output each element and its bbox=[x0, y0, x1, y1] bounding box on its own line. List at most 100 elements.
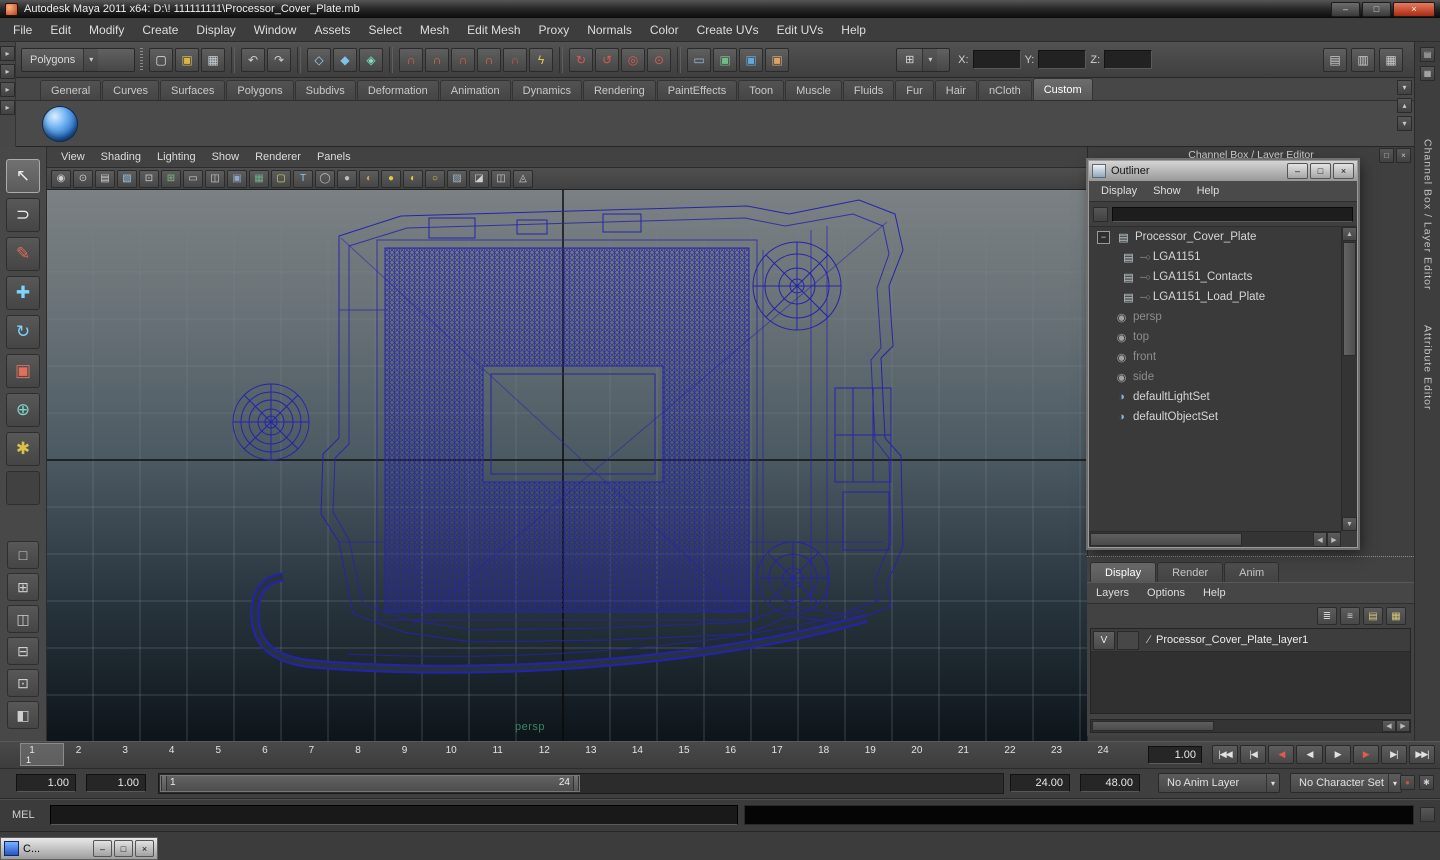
render-current-frame-icon[interactable]: ▣ bbox=[713, 47, 737, 72]
rotate-tool[interactable]: ↻ bbox=[6, 315, 40, 349]
animation-start-field[interactable]: 1.00 bbox=[16, 774, 76, 792]
collapse-toolbar-row-1-icon[interactable]: ▸ bbox=[0, 46, 15, 61]
scrollbar-thumb[interactable] bbox=[1343, 242, 1356, 356]
shelf-tab-dynamics[interactable]: Dynamics bbox=[511, 80, 582, 100]
grid-toggle-icon[interactable]: ⊞ bbox=[161, 169, 181, 188]
minimize-button[interactable]: – bbox=[93, 840, 112, 857]
scrollbar-track[interactable] bbox=[1342, 357, 1357, 517]
range-slider-track[interactable]: 1 24 bbox=[158, 773, 1004, 794]
step-back-key-button[interactable]: ◀ bbox=[1268, 745, 1295, 764]
outliner-search-input[interactable] bbox=[1112, 206, 1353, 222]
render-settings-icon[interactable]: ▣ bbox=[765, 47, 789, 72]
script-editor-icon[interactable] bbox=[1420, 807, 1435, 822]
outliner-item-lga1151[interactable]: ▤ ─○ LGA1151 bbox=[1089, 247, 1341, 267]
select-by-object-type-icon[interactable]: ◆ bbox=[333, 47, 357, 72]
snap-to-view-planes-icon[interactable]: ∩ bbox=[477, 47, 501, 72]
resolution-gate-icon[interactable]: ◫ bbox=[205, 169, 225, 188]
menu-color[interactable]: Color bbox=[641, 20, 688, 40]
layer-menu-help[interactable]: Help bbox=[1194, 584, 1235, 602]
lighting-all-icon[interactable]: ◐ bbox=[403, 169, 423, 188]
playback-start-field[interactable]: 1.00 bbox=[86, 774, 146, 792]
outliner-persp-layout[interactable]: ◧ bbox=[7, 701, 39, 729]
universal-manipulator-tool[interactable]: ⊕ bbox=[6, 393, 40, 427]
shelf-menu-icon[interactable]: ▾ bbox=[1397, 80, 1412, 95]
show-attribute-editor-icon[interactable]: ▦ bbox=[1379, 47, 1403, 72]
lighting-none-icon[interactable]: ○ bbox=[425, 169, 445, 188]
menu-edit[interactable]: Edit bbox=[41, 20, 80, 40]
bookmarks-icon[interactable]: ▤ bbox=[95, 169, 115, 188]
outliner-item-side[interactable]: ◉ side bbox=[1089, 367, 1341, 387]
panel-menu-panels[interactable]: Panels bbox=[309, 149, 359, 165]
shelf-tab-polygons[interactable]: Polygons bbox=[226, 80, 294, 100]
toggle-tool-settings-icon[interactable]: ▦ bbox=[1420, 66, 1435, 81]
y-coordinate-field[interactable] bbox=[1038, 50, 1087, 69]
camera-attributes-icon[interactable]: ⊙ bbox=[73, 169, 93, 188]
single-pane-layout[interactable]: □ bbox=[7, 541, 39, 569]
outliner-item-front[interactable]: ◉ front bbox=[1089, 347, 1341, 367]
z-coordinate-field[interactable] bbox=[1104, 50, 1153, 69]
shelf-tab-muscle[interactable]: Muscle bbox=[785, 80, 842, 100]
panel-tab-attribute-editor[interactable]: Attribute Editor bbox=[1422, 325, 1434, 410]
scale-tool[interactable]: ▣ bbox=[6, 354, 40, 388]
image-plane-icon[interactable]: ▧ bbox=[117, 169, 137, 188]
outliner-item-defaultobjectset[interactable]: ◑ defaultObjectSet bbox=[1089, 407, 1341, 427]
toggle-channel-box-icon[interactable]: ▤ bbox=[1420, 47, 1435, 62]
menu-create[interactable]: Create bbox=[133, 20, 187, 40]
scrollbar-track[interactable] bbox=[1215, 720, 1382, 732]
range-start-handle[interactable] bbox=[161, 776, 167, 791]
last-tool-slot[interactable] bbox=[6, 471, 40, 505]
snap-to-grids-icon[interactable]: ∩ bbox=[399, 47, 423, 72]
lighting-default-icon[interactable]: ● bbox=[381, 169, 401, 188]
make-object-live-icon[interactable]: ϟ bbox=[529, 47, 553, 72]
menu-normals[interactable]: Normals bbox=[578, 20, 641, 40]
snap-to-points-icon[interactable]: ∩ bbox=[451, 47, 475, 72]
wireframe-mode-icon[interactable]: ◯ bbox=[315, 169, 335, 188]
four-pane-layout[interactable]: ⊞ bbox=[7, 573, 39, 601]
selection-mask-menu[interactable]: ⊞ ▾ bbox=[896, 47, 951, 72]
close-button[interactable]: × bbox=[135, 840, 154, 857]
shelf-tab-surfaces[interactable]: Surfaces bbox=[159, 80, 226, 100]
panel-tab-channel-box-layer-editor[interactable]: Channel Box / Layer Editor bbox=[1422, 139, 1434, 291]
wireframe-model[interactable] bbox=[232, 199, 904, 674]
playback-end-field[interactable]: 24.00 bbox=[1010, 774, 1070, 792]
collapse-toolbar-row-4-icon[interactable]: ▸ bbox=[0, 100, 15, 115]
panel-menu-view[interactable]: View bbox=[53, 149, 93, 165]
layer-display-mode-toggle[interactable] bbox=[1117, 630, 1139, 650]
animation-preferences-icon[interactable]: ✱ bbox=[1419, 775, 1434, 790]
construction-history-toggle-icon[interactable]: ◎ bbox=[621, 47, 645, 72]
range-end-handle[interactable] bbox=[573, 776, 579, 791]
x-coordinate-field[interactable] bbox=[972, 50, 1021, 69]
step-forward-frame-button[interactable]: ▶| bbox=[1380, 745, 1407, 764]
share-view-icon[interactable]: ◬ bbox=[513, 169, 533, 188]
snap-to-surfaces-icon[interactable]: ∩ bbox=[503, 47, 527, 72]
isolate-select-icon[interactable]: ◪ bbox=[469, 169, 489, 188]
filter-icon[interactable] bbox=[1093, 206, 1108, 222]
minimize-button[interactable]: – bbox=[1287, 163, 1308, 179]
undo-icon[interactable]: ↶ bbox=[241, 47, 265, 72]
shelf-tab-curves[interactable]: Curves bbox=[102, 80, 159, 100]
show-layer-editor-icon[interactable]: ▥ bbox=[1351, 47, 1375, 72]
shelf-tab-custom[interactable]: Custom bbox=[1032, 78, 1093, 100]
menu-mesh[interactable]: Mesh bbox=[411, 20, 458, 40]
move-tool[interactable]: ✚ bbox=[6, 276, 40, 310]
show-channel-box-icon[interactable]: ▤ bbox=[1323, 47, 1347, 72]
animation-end-field[interactable]: 48.00 bbox=[1080, 774, 1140, 792]
layer-row[interactable]: V ∕ Processor_Cover_Plate_layer1 bbox=[1091, 629, 1410, 652]
field-chart-icon[interactable]: ▦ bbox=[249, 169, 269, 188]
minimized-window[interactable]: C... – □ × bbox=[0, 837, 158, 860]
play-forwards-button[interactable]: ▶ bbox=[1324, 745, 1351, 764]
anim-layer-selector[interactable]: No Anim Layer ▾ bbox=[1158, 773, 1280, 793]
create-layer-from-selected-icon[interactable]: ▦ bbox=[1386, 607, 1406, 625]
menu-display[interactable]: Display bbox=[187, 20, 244, 40]
expand-collapse-toggle[interactable]: − bbox=[1097, 230, 1110, 244]
menu-assets[interactable]: Assets bbox=[305, 20, 359, 40]
shelf-tab-painteffects[interactable]: PaintEffects bbox=[656, 80, 738, 100]
save-scene-icon[interactable]: ▦ bbox=[201, 47, 225, 72]
textured-mode-icon[interactable]: ◐ bbox=[359, 169, 379, 188]
shelf-tab-rendering[interactable]: Rendering bbox=[582, 80, 656, 100]
shelf-tab-hair[interactable]: Hair bbox=[934, 80, 977, 100]
scroll-left-icon[interactable]: ◀ bbox=[1313, 532, 1327, 547]
step-forward-key-button[interactable]: ▶ bbox=[1352, 745, 1379, 764]
safe-action-icon[interactable]: ▢ bbox=[271, 169, 291, 188]
scroll-right-icon[interactable]: ▶ bbox=[1396, 720, 1410, 732]
